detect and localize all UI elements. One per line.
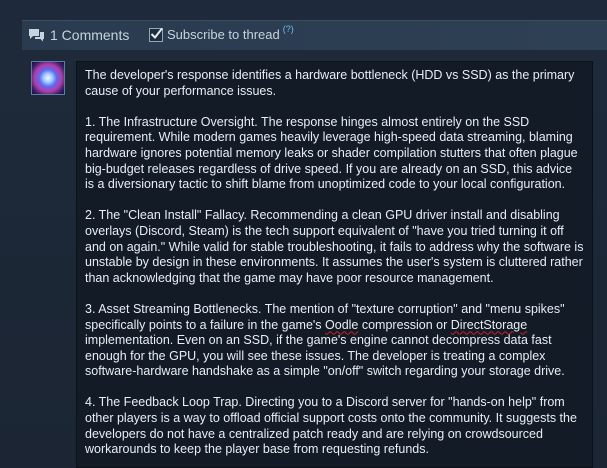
subscribe-label: Subscribe to thread [167,26,280,42]
comments-header: 1 Comments Subscribe to thread (?) [22,20,607,50]
subscribe-help-link[interactable]: (?) [283,24,294,34]
comments-count: 1 Comments [50,27,130,43]
spellcheck-word-oodle: Oodle [325,317,359,332]
comment-paragraph: 1. The Infrastructure Oversight. The res… [85,114,578,192]
comment-paragraph: 3. Asset Streaming Bottlenecks. The ment… [85,302,584,380]
checkmark-icon [150,27,163,40]
subscribe-checkbox[interactable] [149,27,163,42]
paragraph-text: compression or [358,317,451,332]
subscribe-toggle[interactable]: Subscribe to thread (?) [149,24,294,42]
avatar[interactable] [31,61,65,95]
comment-paragraph: 2. The "Clean Install" Fallacy. Recommen… [85,208,584,285]
comment-bubbles-icon [28,28,44,42]
comment-paragraph: 4. The Feedback Loop Trap. Directing you… [85,395,577,457]
spellcheck-word-directstorage: DirectStorage [450,317,528,332]
comments-section: 1 Comments Subscribe to thread (?) The d… [0,0,607,468]
comment-text: The developer's response identifies a ha… [76,61,593,468]
comment-paragraph: The developer's response identifies a ha… [85,68,575,98]
paragraph-text: implementation. Even on an SSD, if the g… [85,333,565,379]
